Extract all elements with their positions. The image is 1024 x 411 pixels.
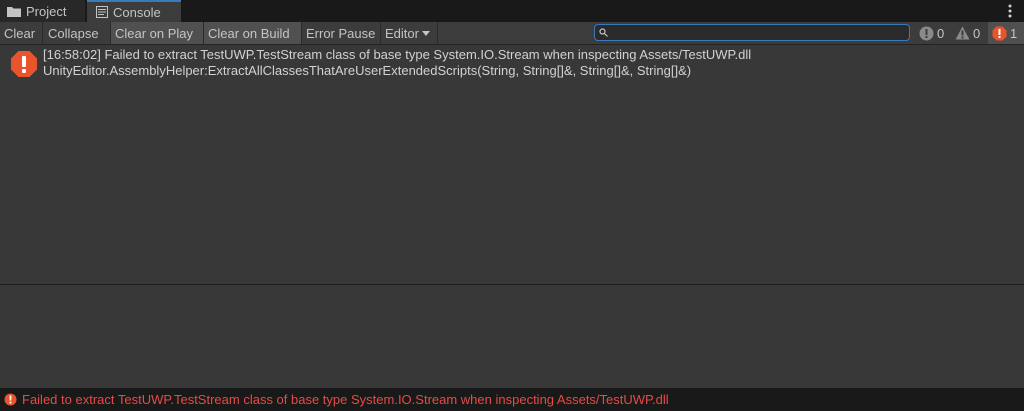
search-icon [599, 28, 608, 37]
collapse-button[interactable]: Collapse [44, 22, 111, 44]
search-field[interactable] [594, 24, 910, 41]
clear-button[interactable]: Clear [0, 22, 43, 44]
search-input[interactable] [609, 25, 905, 40]
folder-icon [7, 6, 21, 17]
warning-count-toggle[interactable]: 0 [951, 22, 987, 44]
info-icon [919, 26, 934, 40]
warning-icon [955, 26, 970, 40]
log-entry-stacktrace: UnityEditor.AssemblyHelper:ExtractAllCla… [43, 63, 692, 78]
log-entry-message: [16:58:02] Failed to extract TestUWP.Tes… [43, 47, 752, 62]
log-list[interactable]: [16:58:02] Failed to extract TestUWP.Tes… [0, 45, 1024, 284]
log-entry-error[interactable]: [16:58:02] Failed to extract TestUWP.Tes… [0, 45, 1024, 83]
log-count-toggle[interactable]: 0 [915, 22, 950, 44]
editor-dropdown-label: Editor [385, 25, 419, 41]
console-icon [96, 6, 108, 18]
error-pause-button[interactable]: Error Pause [302, 22, 381, 44]
log-count: 0 [937, 25, 945, 41]
clear-on-play-button[interactable]: Clear on Play [111, 22, 204, 44]
more-options-icon[interactable] [1008, 4, 1012, 21]
error-count-toggle[interactable]: 1 [988, 22, 1024, 44]
status-message: Failed to extract TestUWP.TestStream cla… [22, 392, 669, 407]
tab-project[interactable]: Project [0, 0, 86, 22]
tab-console[interactable]: Console [87, 0, 181, 22]
error-icon [4, 393, 17, 406]
tab-project-label: Project [26, 3, 67, 19]
editor-dropdown[interactable]: Editor [381, 22, 438, 44]
clear-on-build-button[interactable]: Clear on Build [204, 22, 302, 44]
warning-count: 0 [973, 25, 981, 41]
error-count: 1 [1010, 25, 1018, 41]
tab-bar: Project Console [0, 0, 1024, 23]
tab-console-label: Console [113, 4, 161, 20]
status-bar[interactable]: Failed to extract TestUWP.TestStream cla… [0, 388, 1024, 411]
log-details-pane[interactable] [0, 285, 1024, 388]
error-icon [992, 26, 1007, 40]
console-toolbar: Clear Collapse Clear on Play Clear on Bu… [0, 22, 1024, 45]
chevron-down-icon [421, 30, 430, 36]
error-icon [11, 51, 37, 77]
